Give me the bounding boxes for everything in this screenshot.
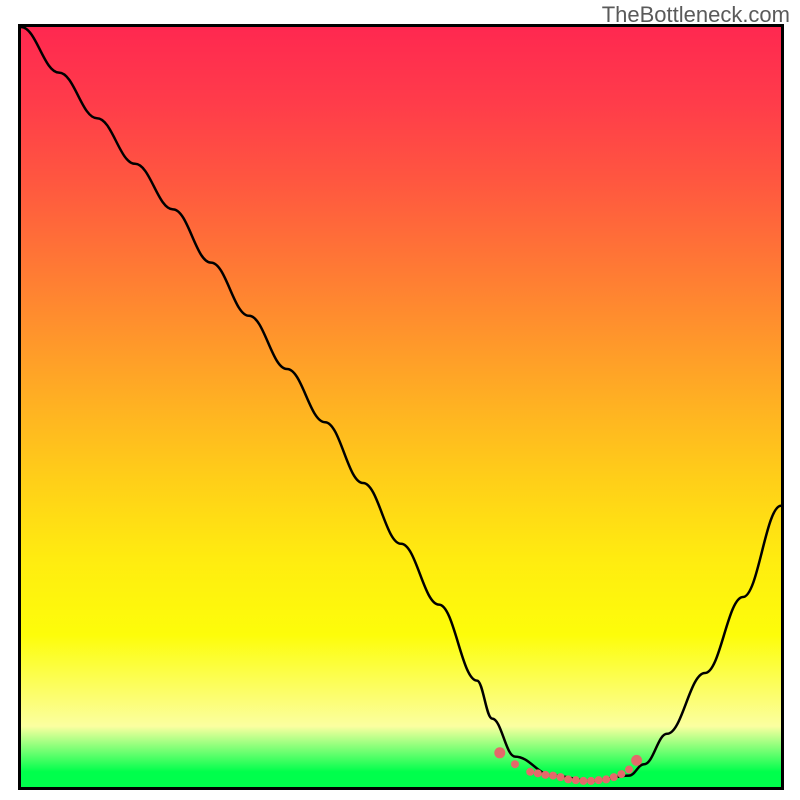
- optimal-markers: [494, 747, 642, 785]
- optimal-marker: [511, 760, 519, 768]
- optimal-marker: [595, 776, 603, 784]
- optimal-marker: [564, 775, 572, 783]
- optimal-marker: [617, 770, 625, 778]
- optimal-marker: [549, 772, 557, 780]
- optimal-marker: [541, 771, 549, 779]
- optimal-marker: [572, 776, 580, 784]
- optimal-marker: [494, 747, 505, 758]
- optimal-marker: [557, 773, 565, 781]
- optimal-marker: [631, 755, 642, 766]
- watermark-text: TheBottleneck.com: [602, 2, 790, 28]
- optimal-marker: [534, 769, 542, 777]
- bottleneck-curve: [21, 27, 781, 781]
- optimal-marker: [587, 777, 595, 785]
- curve-layer: [21, 27, 781, 787]
- chart-plot-area: [18, 24, 784, 790]
- optimal-marker: [610, 773, 618, 781]
- optimal-marker: [625, 766, 633, 774]
- optimal-marker: [526, 768, 534, 776]
- optimal-marker: [579, 777, 587, 785]
- optimal-marker: [602, 775, 610, 783]
